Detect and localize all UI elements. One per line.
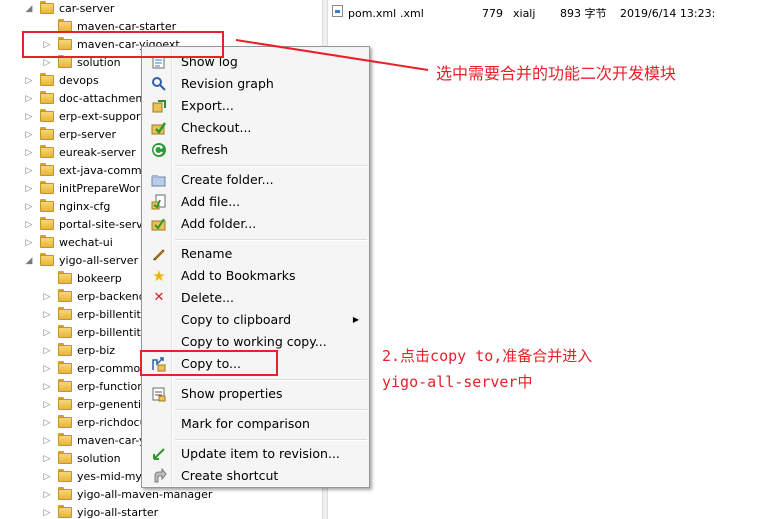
annotation-copy-to-step-line2: yigo-all-server中 xyxy=(382,373,533,391)
annotation-copy-to-step-line1: 2.点击copy to,准备合并进入 xyxy=(382,347,593,365)
annotation-select-module: 选中需要合并的功能二次开发模块 xyxy=(436,64,677,83)
